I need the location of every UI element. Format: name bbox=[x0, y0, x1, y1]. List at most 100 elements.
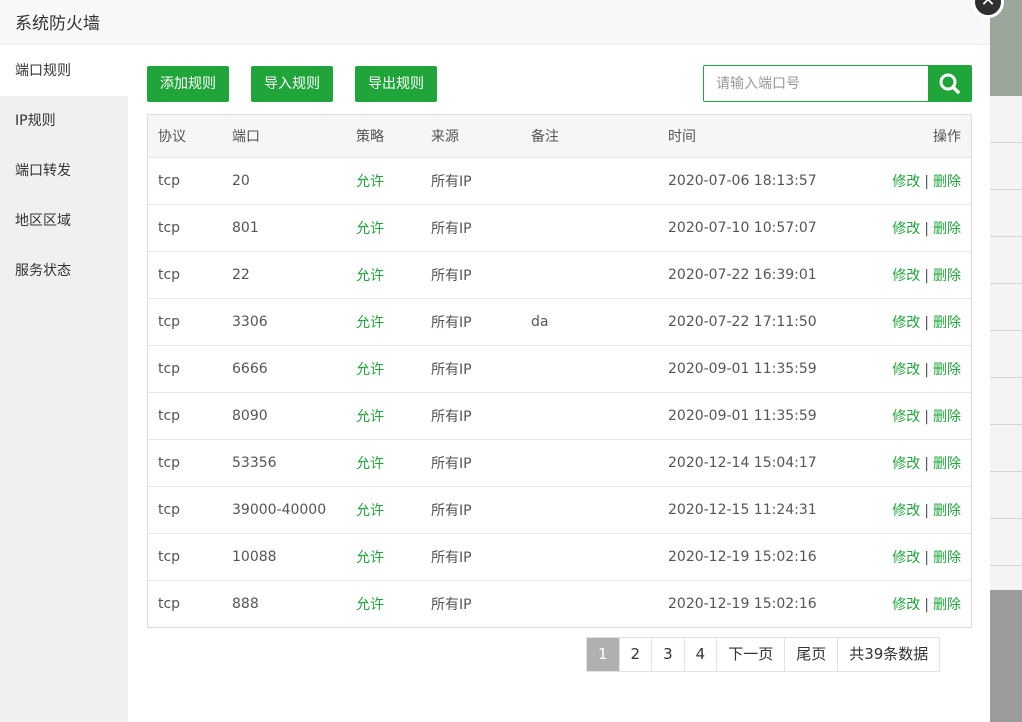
edit-rule-link[interactable]: 修改 bbox=[892, 174, 920, 190]
dialog-titlebar: 系统防火墙 bbox=[0, 0, 990, 45]
firewall-dialog: 系统防火墙 端口规则 IP规则 端口转发 地区区域 服务状态 添加规则 导入规则… bbox=[0, 0, 990, 722]
col-note: 备注 bbox=[531, 128, 559, 145]
port-search-input[interactable] bbox=[714, 66, 918, 101]
edit-rule-link[interactable]: 修改 bbox=[892, 221, 920, 237]
cell-time: 2020-12-14 15:04:17 bbox=[668, 454, 817, 471]
page-4-button[interactable]: 4 bbox=[683, 638, 717, 671]
delete-rule-link[interactable]: 删除 bbox=[933, 315, 961, 331]
add-rule-button[interactable]: 添加规则 bbox=[147, 66, 229, 102]
page-2-button[interactable]: 2 bbox=[618, 638, 652, 671]
cell-protocol: tcp bbox=[158, 219, 181, 236]
cell-policy: 允许 bbox=[356, 361, 384, 378]
dialog-title: 系统防火墙 bbox=[15, 14, 100, 34]
cell-source: 所有IP bbox=[431, 408, 472, 425]
cell-protocol: tcp bbox=[158, 360, 181, 377]
cell-source: 所有IP bbox=[431, 314, 472, 331]
cell-port: 6666 bbox=[232, 360, 268, 377]
action-separator: | bbox=[924, 596, 929, 613]
edit-rule-link[interactable]: 修改 bbox=[892, 456, 920, 472]
cell-actions: 修改 | 删除 bbox=[858, 157, 971, 204]
cell-policy: 允许 bbox=[356, 267, 384, 284]
sidebar-item-region[interactable]: 地区区域 bbox=[0, 196, 128, 246]
action-separator: | bbox=[924, 173, 929, 190]
cell-policy: 允许 bbox=[356, 314, 384, 331]
page-3-button[interactable]: 3 bbox=[651, 638, 684, 671]
table-row: tcp 22 允许 所有IP 2020-07-22 16:39:01 修改 | 删除 bbox=[148, 251, 971, 298]
cell-protocol: tcp bbox=[158, 501, 181, 518]
port-rules-table: 协议 端口 策略 来源 备注 时间 操作 tcp 20 允许 所有IP 2020-07-… bbox=[147, 114, 972, 628]
delete-rule-link[interactable]: 删除 bbox=[933, 550, 961, 566]
action-separator: | bbox=[924, 455, 929, 472]
cell-time: 2020-12-15 11:24:31 bbox=[668, 501, 817, 518]
delete-rule-link[interactable]: 删除 bbox=[933, 174, 961, 190]
action-separator: | bbox=[924, 267, 929, 284]
cell-policy: 允许 bbox=[356, 173, 384, 190]
cell-source: 所有IP bbox=[431, 267, 472, 284]
cell-source: 所有IP bbox=[431, 596, 472, 613]
cell-actions: 修改 | 删除 bbox=[858, 439, 971, 486]
table-row: tcp 20 允许 所有IP 2020-07-06 18:13:57 修改 | 删除 bbox=[148, 157, 971, 204]
sidebar: 端口规则 IP规则 端口转发 地区区域 服务状态 bbox=[0, 46, 128, 722]
cell-protocol: tcp bbox=[158, 172, 181, 189]
edit-rule-link[interactable]: 修改 bbox=[892, 362, 920, 378]
cell-policy: 允许 bbox=[356, 596, 384, 613]
delete-rule-link[interactable]: 删除 bbox=[933, 362, 961, 378]
delete-rule-link[interactable]: 删除 bbox=[933, 268, 961, 284]
delete-rule-link[interactable]: 删除 bbox=[933, 456, 961, 472]
action-separator: | bbox=[924, 314, 929, 331]
cell-note: da bbox=[531, 313, 549, 330]
cell-policy: 允许 bbox=[356, 549, 384, 566]
edit-rule-link[interactable]: 修改 bbox=[892, 315, 920, 331]
cell-protocol: tcp bbox=[158, 595, 181, 612]
sidebar-item-port-rules[interactable]: 端口规则 bbox=[0, 46, 128, 96]
export-rules-button[interactable]: 导出规则 bbox=[355, 66, 437, 102]
cell-note bbox=[531, 157, 668, 204]
search-button[interactable] bbox=[928, 65, 972, 102]
cell-note bbox=[531, 486, 668, 533]
table-row: tcp 53356 允许 所有IP 2020-12-14 15:04:17 修改 | 删除 bbox=[148, 439, 971, 486]
table-row: tcp 888 允许 所有IP 2020-12-19 15:02:16 修改 | 删除 bbox=[148, 580, 971, 627]
total-count: 共39条数据 bbox=[837, 638, 939, 671]
cell-protocol: tcp bbox=[158, 313, 181, 330]
edit-rule-link[interactable]: 修改 bbox=[892, 409, 920, 425]
edit-rule-link[interactable]: 修改 bbox=[892, 268, 920, 284]
sidebar-item-port-forward[interactable]: 端口转发 bbox=[0, 146, 128, 196]
page-1-button[interactable]: 1 bbox=[587, 638, 619, 671]
sidebar-item-ip-rules[interactable]: IP规则 bbox=[0, 96, 128, 146]
table-row: tcp 8090 允许 所有IP 2020-09-01 11:35:59 修改 | 删除 bbox=[148, 392, 971, 439]
col-time: 时间 bbox=[668, 128, 696, 145]
cell-note bbox=[531, 204, 668, 251]
cell-port: 3306 bbox=[232, 313, 268, 330]
last-page-button[interactable]: 尾页 bbox=[784, 638, 837, 671]
delete-rule-link[interactable]: 删除 bbox=[933, 503, 961, 519]
cell-actions: 修改 | 删除 bbox=[858, 345, 971, 392]
next-page-button[interactable]: 下一页 bbox=[716, 638, 784, 671]
cell-note bbox=[531, 345, 668, 392]
action-separator: | bbox=[924, 549, 929, 566]
cell-protocol: tcp bbox=[158, 454, 181, 471]
cell-actions: 修改 | 删除 bbox=[858, 486, 971, 533]
action-separator: | bbox=[924, 361, 929, 378]
search-box bbox=[703, 65, 929, 102]
import-rules-button[interactable]: 导入规则 bbox=[251, 66, 333, 102]
cell-time: 2020-09-01 11:35:59 bbox=[668, 360, 817, 377]
edit-rule-link[interactable]: 修改 bbox=[892, 550, 920, 566]
cell-note bbox=[531, 439, 668, 486]
cell-policy: 允许 bbox=[356, 455, 384, 472]
edit-rule-link[interactable]: 修改 bbox=[892, 597, 920, 613]
cell-actions: 修改 | 删除 bbox=[858, 204, 971, 251]
close-icon: ✕ bbox=[980, 0, 996, 11]
cell-port: 53356 bbox=[232, 454, 277, 471]
cell-port: 20 bbox=[232, 172, 250, 189]
sidebar-item-service-status[interactable]: 服务状态 bbox=[0, 246, 128, 296]
delete-rule-link[interactable]: 删除 bbox=[933, 221, 961, 237]
edit-rule-link[interactable]: 修改 bbox=[892, 503, 920, 519]
delete-rule-link[interactable]: 删除 bbox=[933, 409, 961, 425]
table-header-row: 协议 端口 策略 来源 备注 时间 操作 bbox=[148, 115, 971, 157]
delete-rule-link[interactable]: 删除 bbox=[933, 597, 961, 613]
cell-time: 2020-07-22 16:39:01 bbox=[668, 266, 817, 283]
cell-actions: 修改 | 删除 bbox=[858, 580, 971, 627]
cell-time: 2020-07-10 10:57:07 bbox=[668, 219, 817, 236]
cell-source: 所有IP bbox=[431, 455, 472, 472]
cell-actions: 修改 | 删除 bbox=[858, 251, 971, 298]
